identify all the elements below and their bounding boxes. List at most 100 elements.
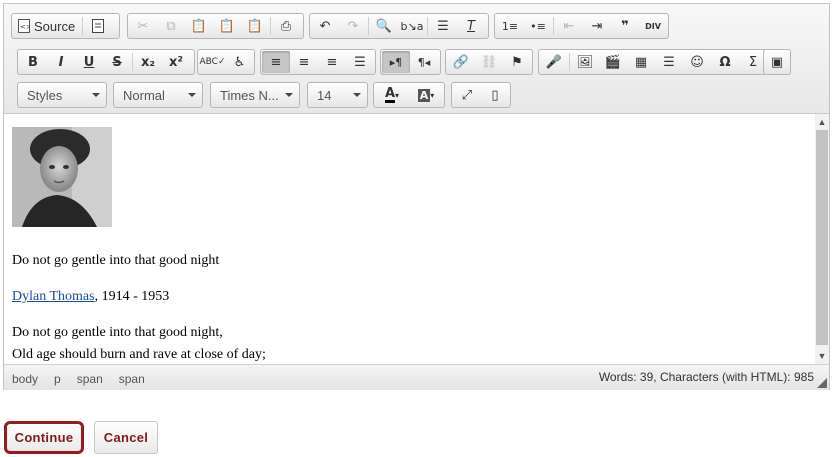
indent-button[interactable]: ⇥ — [583, 15, 611, 37]
smiley-icon: ☺ — [690, 54, 704, 70]
scroll-down-arrow-icon[interactable]: ▼ — [815, 349, 829, 363]
underline-icon: U — [83, 54, 95, 70]
align-center-button[interactable]: ≡ — [290, 51, 318, 73]
font-size-dropdown-label: 14 — [317, 87, 332, 103]
text-color-icon: A — [384, 86, 396, 103]
source-button[interactable]: <> Source — [13, 15, 81, 37]
select-all-button[interactable]: ☰ — [429, 15, 457, 37]
redo-button[interactable]: ↷ — [339, 15, 367, 37]
font-size-dropdown[interactable]: 14 — [307, 82, 368, 108]
unlink-button[interactable]: ⛓ — [475, 51, 503, 73]
paste-button[interactable]: 📋 — [185, 15, 213, 37]
smiley-button[interactable]: ☺ — [683, 51, 711, 73]
font-dropdown[interactable]: Times N... — [210, 82, 300, 108]
paste-word-button[interactable]: 📋 — [241, 15, 269, 37]
scrollbar-thumb[interactable] — [816, 130, 828, 345]
toolbar-group-align: ≡ ≡ ≡ ☰ — [260, 49, 376, 75]
cancel-button[interactable]: Cancel — [94, 421, 158, 454]
replace-button[interactable]: b↘a — [398, 15, 426, 37]
superscript-icon: x² — [168, 54, 184, 70]
find-button[interactable]: 🔍 — [370, 15, 398, 37]
author-link[interactable]: Dylan Thomas — [12, 289, 95, 304]
bold-button[interactable]: B — [19, 51, 47, 73]
separator — [270, 17, 271, 35]
undo-button[interactable]: ↶ — [311, 15, 339, 37]
copy-button[interactable]: ⧉ — [157, 15, 185, 37]
strikethrough-icon: S — [112, 54, 122, 70]
superscript-button[interactable]: x² — [162, 51, 190, 73]
blockquote-button[interactable]: ❞ — [611, 15, 639, 37]
element-path-item[interactable]: span — [75, 372, 105, 386]
format-dropdown[interactable]: Normal — [113, 82, 203, 108]
numbered-list-button[interactable]: 1≡ — [496, 15, 524, 37]
image-icon: 🖼 — [576, 54, 594, 70]
show-blocks-button[interactable]: ▯ — [481, 84, 509, 106]
ltr-icon: ▸¶ — [389, 55, 403, 69]
format-dropdown-label: Normal — [123, 87, 165, 103]
toolbar-group-insert: 🎤 🖼 🎬 ▦ ☰ ☺ Ω Σ — [538, 49, 790, 75]
audio-button[interactable]: 🎤 — [540, 51, 568, 73]
background-color-icon: A — [417, 88, 431, 102]
background-color-button[interactable]: A ▾ — [409, 84, 443, 106]
font-dropdown-label: Times N... — [220, 87, 279, 103]
toolbar-group-embed: ▣ — [763, 49, 791, 75]
paste-text-button[interactable]: 📋 — [213, 15, 241, 37]
resize-grip-icon[interactable] — [817, 378, 827, 388]
link-button[interactable]: 🔗 — [447, 51, 475, 73]
accessibility-button[interactable]: ♿ — [226, 51, 253, 73]
scroll-up-arrow-icon[interactable]: ▲ — [815, 115, 829, 129]
special-char-button[interactable]: Ω — [711, 51, 739, 73]
align-left-button[interactable]: ≡ — [262, 51, 290, 73]
continue-button[interactable]: Continue — [4, 421, 84, 454]
bulleted-list-button[interactable]: •≡ — [524, 15, 552, 37]
strikethrough-button[interactable]: S — [103, 51, 131, 73]
element-path-item[interactable]: body — [10, 372, 40, 386]
underline-button[interactable]: U — [75, 51, 103, 73]
element-path: body p span span — [10, 372, 159, 386]
content-scrollbar[interactable]: ▲ ▼ — [815, 114, 829, 364]
redo-icon: ↷ — [347, 18, 359, 34]
maximize-button[interactable]: ⤢ — [453, 84, 481, 106]
remove-format-button[interactable]: T — [457, 15, 485, 37]
text-direction-ltr-button[interactable]: ▸¶ — [382, 51, 410, 73]
editor-content-area[interactable]: Do not go gentle into that good night Dy… — [4, 114, 815, 364]
align-left-icon: ≡ — [270, 54, 282, 70]
poem-line: Do not go gentle into that good night, — [12, 325, 223, 340]
subscript-button[interactable]: x₂ — [134, 51, 162, 73]
image-button[interactable]: 🖼 — [571, 51, 599, 73]
create-div-button[interactable]: DIV — [639, 15, 667, 37]
separator — [569, 53, 570, 71]
element-path-item[interactable]: p — [52, 372, 63, 386]
templates-button[interactable] — [84, 15, 112, 37]
anchor-button[interactable]: ⚑ — [503, 51, 531, 73]
align-right-button[interactable]: ≡ — [318, 51, 346, 73]
omega-icon: Ω — [719, 54, 731, 70]
align-justify-button[interactable]: ☰ — [346, 51, 374, 73]
author-line: Dylan Thomas, 1914 - 1953 — [12, 289, 169, 305]
element-path-item[interactable]: span — [117, 372, 147, 386]
spellcheck-button[interactable]: ABC✓ — [199, 51, 226, 73]
text-color-button[interactable]: A ▾ — [375, 84, 409, 106]
document-icon — [92, 19, 104, 33]
print-button[interactable]: ⎙ — [272, 15, 300, 37]
video-button[interactable]: 🎬 — [599, 51, 627, 73]
italic-icon: I — [58, 54, 64, 70]
chevron-down-icon — [188, 93, 196, 97]
table-button[interactable]: ▦ — [627, 51, 655, 73]
text-direction-rtl-button[interactable]: ¶◂ — [410, 51, 438, 73]
cut-button[interactable]: ✂ — [129, 15, 157, 37]
flag-icon: ⚑ — [511, 54, 523, 70]
embed-button[interactable]: ▣ — [765, 51, 789, 73]
clipboard-word-icon: 📋 — [246, 18, 264, 34]
quote-icon: ❞ — [621, 18, 629, 34]
toolbar-group-links: 🔗 ⛓ ⚑ — [445, 49, 533, 75]
styles-dropdown[interactable]: Styles — [17, 82, 107, 108]
separator — [368, 17, 369, 35]
horizontal-line-button[interactable]: ☰ — [655, 51, 683, 73]
separator — [553, 17, 554, 35]
outdent-button[interactable]: ⇤ — [555, 15, 583, 37]
accessibility-icon: ♿ — [233, 54, 246, 70]
italic-button[interactable]: I — [47, 51, 75, 73]
outdent-icon: ⇤ — [563, 18, 575, 34]
word-count: Words: 39, Characters (with HTML): 985 — [598, 370, 814, 384]
